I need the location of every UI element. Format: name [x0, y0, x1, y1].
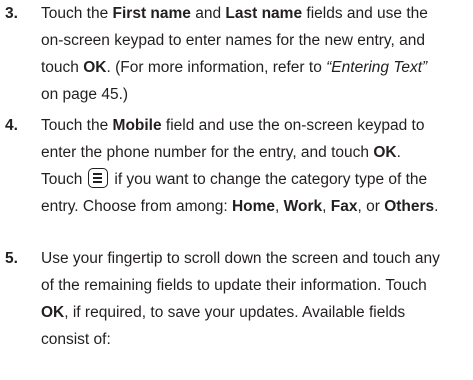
text-line: OK, if required, to save your updates. A… — [41, 299, 473, 326]
text-run: fields and use the — [302, 5, 428, 22]
text-run: on-screen keypad to enter names for the … — [41, 32, 425, 49]
text-run: enter the phone number for the entry, an… — [41, 144, 374, 161]
bold-term: First name — [112, 5, 191, 22]
text-run: , if required, to save your updates. Ava… — [64, 304, 406, 321]
text-line: of the remaining fields to update their … — [41, 272, 473, 299]
text-run: . — [396, 144, 401, 161]
text-run: if you want to change the category type … — [114, 171, 428, 188]
bold-term: OK — [83, 59, 107, 76]
step-text: Touch the Mobile field and use the on-sc… — [41, 112, 473, 220]
text-run: consist of: — [41, 331, 111, 348]
step-number: 3. — [5, 5, 18, 22]
text-line: on-screen keypad to enter names for the … — [41, 27, 473, 54]
text-run: , or — [357, 198, 385, 215]
text-run: Touch the — [41, 5, 113, 22]
text-run: field and use the on-screen keypad to — [161, 117, 425, 134]
text-line: Use your fingertip to scroll down the sc… — [41, 245, 473, 272]
menu-icon — [88, 168, 109, 189]
bold-term: Work — [283, 198, 323, 215]
text-run: . (For more information, refer to — [106, 59, 327, 76]
step-text: Use your fingertip to scroll down the sc… — [41, 245, 473, 353]
text-line: Touch if you want to change the category … — [41, 166, 473, 193]
text-run: entry. Choose from among: — [41, 198, 232, 215]
text-run: Use your fingertip to scroll down the sc… — [41, 250, 440, 267]
text-run: Touch the — [41, 117, 113, 134]
step-number: 5. — [5, 250, 18, 267]
bold-term: Mobile — [112, 117, 162, 134]
text-line: Touch the Mobile field and use the on-sc… — [41, 112, 473, 139]
manual-page: 3. Touch the First name and Last name fi… — [0, 0, 473, 380]
text-run: , — [322, 198, 331, 215]
italic-reference: “Entering Text” — [326, 59, 428, 76]
text-run: , — [275, 198, 284, 215]
bold-term: OK — [373, 144, 397, 161]
text-line: touch OK. (For more information, refer t… — [41, 54, 473, 81]
text-line: entry. Choose from among: Home, Work, Fa… — [41, 193, 473, 220]
step-number: 4. — [5, 117, 18, 134]
text-line: on page 45.) — [41, 81, 473, 108]
text-run: and — [190, 5, 226, 22]
text-run: on page 45.) — [41, 86, 129, 103]
bold-term: Fax — [330, 198, 358, 215]
bold-term: Others — [384, 198, 435, 215]
bold-term: Last name — [225, 5, 303, 22]
text-run: of the remaining fields to update their … — [41, 277, 427, 294]
text-run: . — [434, 198, 439, 215]
text-run: touch — [41, 59, 84, 76]
text-run: Touch — [41, 171, 83, 188]
text-line: Touch the First name and Last name field… — [41, 0, 473, 27]
bold-term: Home — [231, 198, 276, 215]
text-line: enter the phone number for the entry, an… — [41, 139, 473, 166]
text-line: consist of: — [41, 326, 473, 353]
step-text: Touch the First name and Last name field… — [41, 0, 473, 108]
bold-term: OK — [41, 304, 65, 321]
